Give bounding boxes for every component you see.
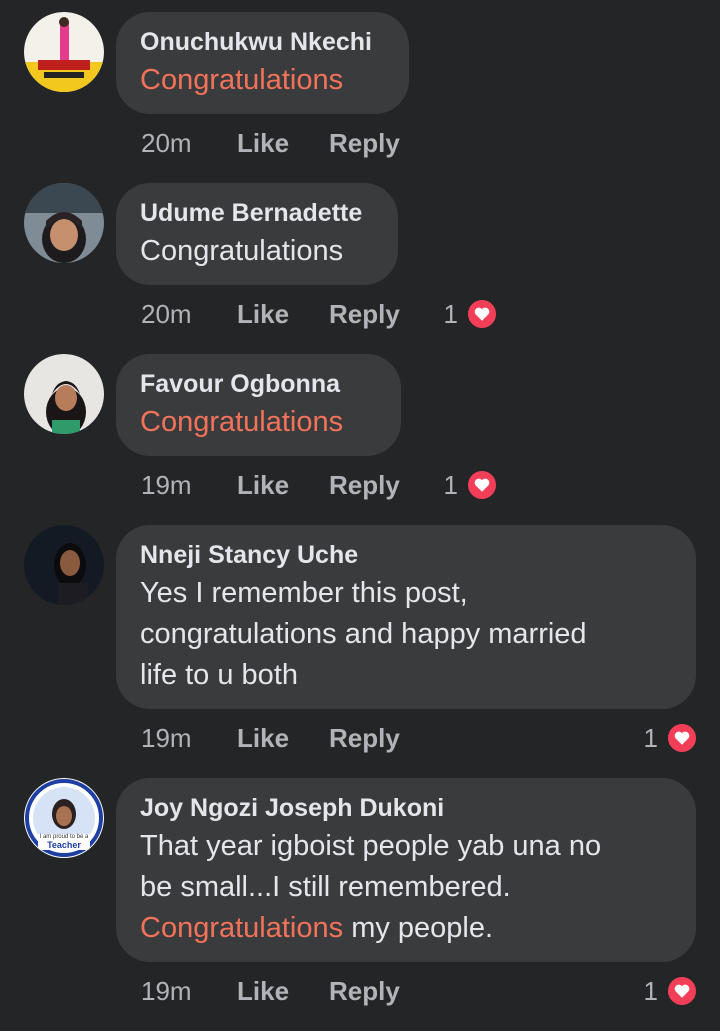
- like-button[interactable]: Like: [237, 718, 289, 758]
- comment-bubble: Joy Ngozi Joseph Dukoni That year igbois…: [116, 778, 696, 962]
- reaction-count: 1: [643, 976, 658, 1006]
- avatar-image: [24, 12, 104, 92]
- avatar-image: I am proud to be a Teacher: [24, 778, 104, 858]
- like-button[interactable]: Like: [237, 123, 289, 163]
- comment-author[interactable]: Nneji Stancy Uche: [140, 537, 672, 573]
- reaction-summary[interactable]: 1: [420, 465, 498, 505]
- reply-button[interactable]: Reply: [329, 718, 400, 758]
- reaction-summary[interactable]: 1: [618, 718, 698, 758]
- heart-icon: [466, 298, 498, 330]
- reply-button[interactable]: Reply: [329, 294, 400, 334]
- comment-text-line: Yes I remember this post,: [140, 577, 468, 609]
- comment-text: Congratulations: [140, 235, 344, 267]
- reaction-count: 1: [443, 470, 458, 500]
- comment-text-tail: my people.: [343, 912, 494, 944]
- comment-text-line: That year igboist people yab una no: [140, 830, 602, 862]
- reply-button[interactable]: Reply: [329, 465, 400, 505]
- heart-icon: [466, 469, 498, 501]
- comment-time[interactable]: 20m: [141, 294, 192, 334]
- like-button[interactable]: Like: [237, 971, 289, 1011]
- reaction-summary[interactable]: 1: [420, 294, 498, 334]
- comment-text: That year igboist people yab una no be s…: [140, 826, 672, 949]
- avatar-image: [24, 183, 104, 263]
- comment-text-line: life to u both: [140, 659, 298, 691]
- comment-author[interactable]: Favour Ogbonna: [140, 366, 377, 402]
- comment-time[interactable]: 19m: [141, 465, 192, 505]
- reaction-count: 1: [443, 299, 458, 329]
- reply-button[interactable]: Reply: [329, 123, 400, 163]
- comment-text-line: Congratulations my people.: [140, 908, 672, 949]
- comment-text-line: congratulations and happy married: [140, 618, 587, 650]
- heart-icon: [666, 722, 698, 754]
- avatar-image: [24, 525, 104, 605]
- comment-text: Congratulations: [140, 64, 344, 96]
- comment-time[interactable]: 19m: [141, 718, 192, 758]
- avatar[interactable]: [24, 354, 104, 434]
- avatar[interactable]: [24, 12, 104, 92]
- comment-bubble: Nneji Stancy Uche Yes I remember this po…: [116, 525, 696, 709]
- heart-icon: [666, 975, 698, 1007]
- like-button[interactable]: Like: [237, 465, 289, 505]
- comment-time[interactable]: 19m: [141, 971, 192, 1011]
- comment-bubble: Favour Ogbonna Congratulations: [116, 354, 401, 456]
- comment-author[interactable]: Onuchukwu Nkechi: [140, 24, 385, 60]
- reaction-summary[interactable]: 1: [618, 971, 698, 1011]
- avatar[interactable]: [24, 525, 104, 605]
- highlighted-word: Congratulations: [140, 912, 344, 944]
- comment-bubble: Onuchukwu Nkechi Congratulations: [116, 12, 409, 114]
- avatar-image: [24, 354, 104, 434]
- avatar-caption: Teacher: [47, 840, 81, 850]
- comment-author[interactable]: Udume Bernadette: [140, 195, 374, 231]
- avatar[interactable]: I am proud to be a Teacher: [24, 778, 104, 858]
- comment-text-line: be small...I still remembered.: [140, 871, 511, 903]
- reaction-count: 1: [643, 723, 658, 753]
- comment-time[interactable]: 20m: [141, 123, 192, 163]
- comment-author[interactable]: Joy Ngozi Joseph Dukoni: [140, 790, 672, 826]
- reply-button[interactable]: Reply: [329, 971, 400, 1011]
- comment-text: Congratulations: [140, 406, 344, 438]
- comment-bubble: Udume Bernadette Congratulations: [116, 183, 398, 285]
- like-button[interactable]: Like: [237, 294, 289, 334]
- avatar[interactable]: [24, 183, 104, 263]
- comment-text: Yes I remember this post, congratulation…: [140, 573, 672, 696]
